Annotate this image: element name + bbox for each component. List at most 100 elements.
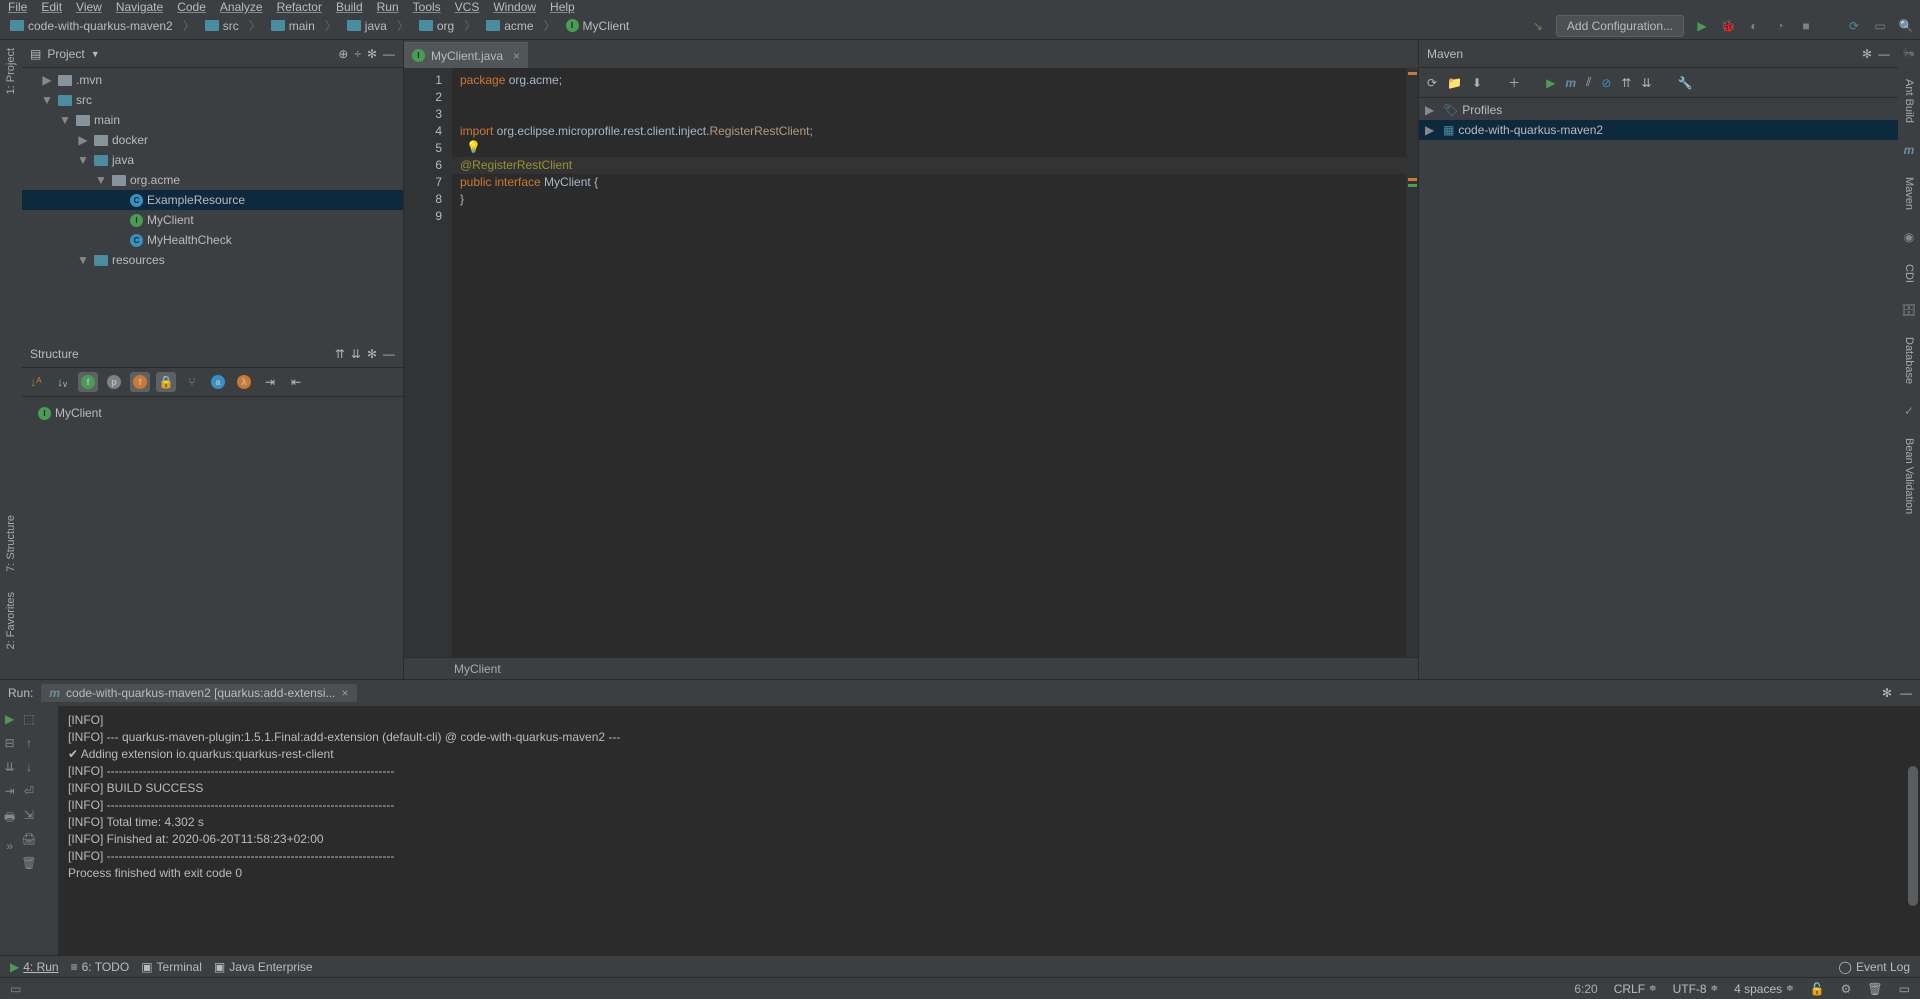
autoscroll-source-icon[interactable]: ⇥: [260, 372, 280, 392]
sort-visibility-icon[interactable]: ↓ᵥ: [52, 372, 72, 392]
tab-terminal[interactable]: ▣Terminal: [141, 960, 202, 974]
show-lambda-icon[interactable]: 🔒: [156, 372, 176, 392]
run-config-selector[interactable]: Add Configuration...: [1556, 15, 1684, 37]
pin-icon[interactable]: ⇥: [5, 784, 15, 798]
breadcrumb-root[interactable]: code-with-quarkus-maven2: [6, 17, 177, 35]
tool-window-icon[interactable]: ▭: [10, 982, 21, 996]
line-separator[interactable]: CRLF≑: [1614, 982, 1657, 996]
ant-icon[interactable]: 🐜: [1903, 48, 1915, 59]
code-area[interactable]: 💡 package org.acme; import org.eclipse.m…: [452, 68, 1406, 657]
stop-icon[interactable]: ⊟: [5, 736, 15, 750]
clear-icon[interactable]: 🖨: [21, 832, 36, 846]
show-non-public-icon[interactable]: f: [130, 372, 150, 392]
coverage-icon[interactable]: ◐: [1746, 18, 1762, 34]
caret-position[interactable]: 6:20: [1574, 982, 1597, 996]
expand-arrow-icon[interactable]: ▼: [40, 93, 54, 107]
menu-file[interactable]: File: [8, 0, 27, 14]
tree-item-src[interactable]: ▼src: [22, 90, 403, 110]
stop-icon[interactable]: ■: [1798, 18, 1814, 34]
tree-item-myclient[interactable]: IMyClient: [22, 210, 403, 230]
settings-icon[interactable]: ✻: [1862, 47, 1872, 61]
export-icon[interactable]: 🖶: [4, 808, 15, 829]
rail-bean[interactable]: Bean Validation: [1903, 438, 1915, 514]
breadcrumb-file[interactable]: IMyClient: [562, 17, 634, 35]
menu-refactor[interactable]: Refactor: [277, 0, 322, 14]
scrollbar[interactable]: [1908, 766, 1918, 906]
expand-arrow-icon[interactable]: ▼: [58, 113, 72, 127]
expand-arrow-icon[interactable]: ▼: [76, 153, 90, 167]
update-project-icon[interactable]: ⟳: [1846, 18, 1862, 34]
run-icon[interactable]: ▶: [1546, 76, 1555, 90]
project-structure-icon[interactable]: ▭: [1872, 18, 1888, 34]
tree-item-org-acme[interactable]: ▼org.acme: [22, 170, 403, 190]
cdi-icon[interactable]: ◉: [1904, 230, 1914, 244]
event-log[interactable]: ◯Event Log: [1839, 960, 1910, 974]
breadcrumb-main[interactable]: main: [267, 17, 319, 35]
menu-run[interactable]: Run: [377, 0, 399, 14]
show-lambdas-icon[interactable]: λ: [234, 372, 254, 392]
autoscroll-from-icon[interactable]: ⇤: [286, 372, 306, 392]
expand-arrow-icon[interactable]: ▼: [76, 253, 90, 267]
execute-goal-icon[interactable]: m: [1565, 76, 1576, 90]
database-icon[interactable]: 🗄: [1901, 303, 1916, 317]
editor[interactable]: 123456789 💡 package org.acme; import org…: [404, 68, 1418, 657]
intention-bulb-icon[interactable]: 💡: [466, 139, 481, 156]
breadcrumb-acme[interactable]: acme: [482, 17, 537, 35]
down-icon[interactable]: ↓: [26, 760, 32, 774]
debug-icon[interactable]: 🐞: [1720, 18, 1736, 34]
sort-alpha-icon[interactable]: ↓ᴬ: [26, 372, 46, 392]
breadcrumb-org[interactable]: org: [415, 17, 458, 35]
tree-item-java[interactable]: ▼java: [22, 150, 403, 170]
close-tab-icon[interactable]: ×: [342, 686, 349, 700]
expand-icon[interactable]: ⇊: [1641, 76, 1651, 90]
maven-profiles[interactable]: ▶ 🏷 Profiles: [1419, 100, 1898, 120]
rail-cdi[interactable]: CDI: [1903, 264, 1915, 283]
tree-item-docker[interactable]: ▶docker: [22, 130, 403, 150]
more-icon[interactable]: »: [6, 839, 13, 853]
maven-m-icon[interactable]: m: [1904, 143, 1915, 157]
maven-project[interactable]: ▶ ▦ code-with-quarkus-maven2: [1419, 120, 1898, 140]
scroll-to-end-icon[interactable]: ⇲: [24, 808, 34, 822]
rail-database[interactable]: Database: [1903, 337, 1915, 384]
hide-icon[interactable]: —: [1900, 686, 1912, 700]
run-icon[interactable]: ▶: [1694, 18, 1710, 34]
inspect-icon[interactable]: ⚙: [1841, 982, 1852, 996]
rail-favorites[interactable]: 2: Favorites: [5, 592, 17, 649]
hide-icon[interactable]: —: [383, 347, 395, 361]
search-everywhere-icon[interactable]: 🔍: [1898, 18, 1914, 34]
expand-all-icon[interactable]: ⇈: [335, 347, 345, 361]
tree-item-myhealthcheck[interactable]: CMyHealthCheck: [22, 230, 403, 250]
expand-arrow-icon[interactable]: ▶: [76, 133, 90, 147]
up-icon[interactable]: ↑: [26, 736, 32, 750]
tab-java-ee[interactable]: ▣Java Enterprise: [214, 960, 313, 974]
show-properties-icon[interactable]: p: [104, 372, 124, 392]
hide-icon[interactable]: —: [1878, 47, 1890, 61]
menu-code[interactable]: Code: [177, 0, 206, 14]
menu-help[interactable]: Help: [550, 0, 575, 14]
tree-item-resources[interactable]: ▼resources: [22, 250, 403, 270]
menu-build[interactable]: Build: [336, 0, 363, 14]
soft-wrap-icon[interactable]: ⏎: [24, 784, 34, 798]
build-hammer-icon[interactable]: ↘: [1530, 18, 1546, 34]
close-tab-icon[interactable]: ×: [513, 49, 520, 63]
run-tab[interactable]: m code-with-quarkus-maven2 [quarkus:add-…: [41, 684, 356, 702]
memory-icon[interactable]: 🗑: [1867, 982, 1882, 996]
editor-tab-myclient[interactable]: I MyClient.java ×: [404, 42, 528, 68]
tree-item--mvn[interactable]: ▶.mvn: [22, 70, 403, 90]
menu-view[interactable]: View: [76, 0, 102, 14]
project-panel-title[interactable]: Project: [47, 47, 84, 61]
collapse-all-icon[interactable]: ⇊: [351, 347, 361, 361]
rail-structure[interactable]: 7: Structure: [5, 515, 17, 572]
encoding[interactable]: UTF-8≑: [1673, 982, 1719, 996]
expand-arrow-icon[interactable]: ▼: [94, 173, 108, 187]
rail-ant[interactable]: Ant Build: [1903, 79, 1915, 123]
toggle-skip-tests-icon[interactable]: ⊘: [1601, 76, 1611, 90]
tree-item-main[interactable]: ▼main: [22, 110, 403, 130]
profile-icon[interactable]: ◔: [1772, 18, 1788, 34]
maven-settings-icon[interactable]: 🔧: [1678, 76, 1693, 90]
indent[interactable]: 4 spaces≑: [1734, 982, 1794, 996]
dropdown-icon[interactable]: ▼: [91, 49, 100, 59]
ide-errors-icon[interactable]: ▭: [1899, 982, 1910, 996]
menu-tools[interactable]: Tools: [413, 0, 441, 14]
breadcrumb-src[interactable]: src: [201, 17, 243, 35]
